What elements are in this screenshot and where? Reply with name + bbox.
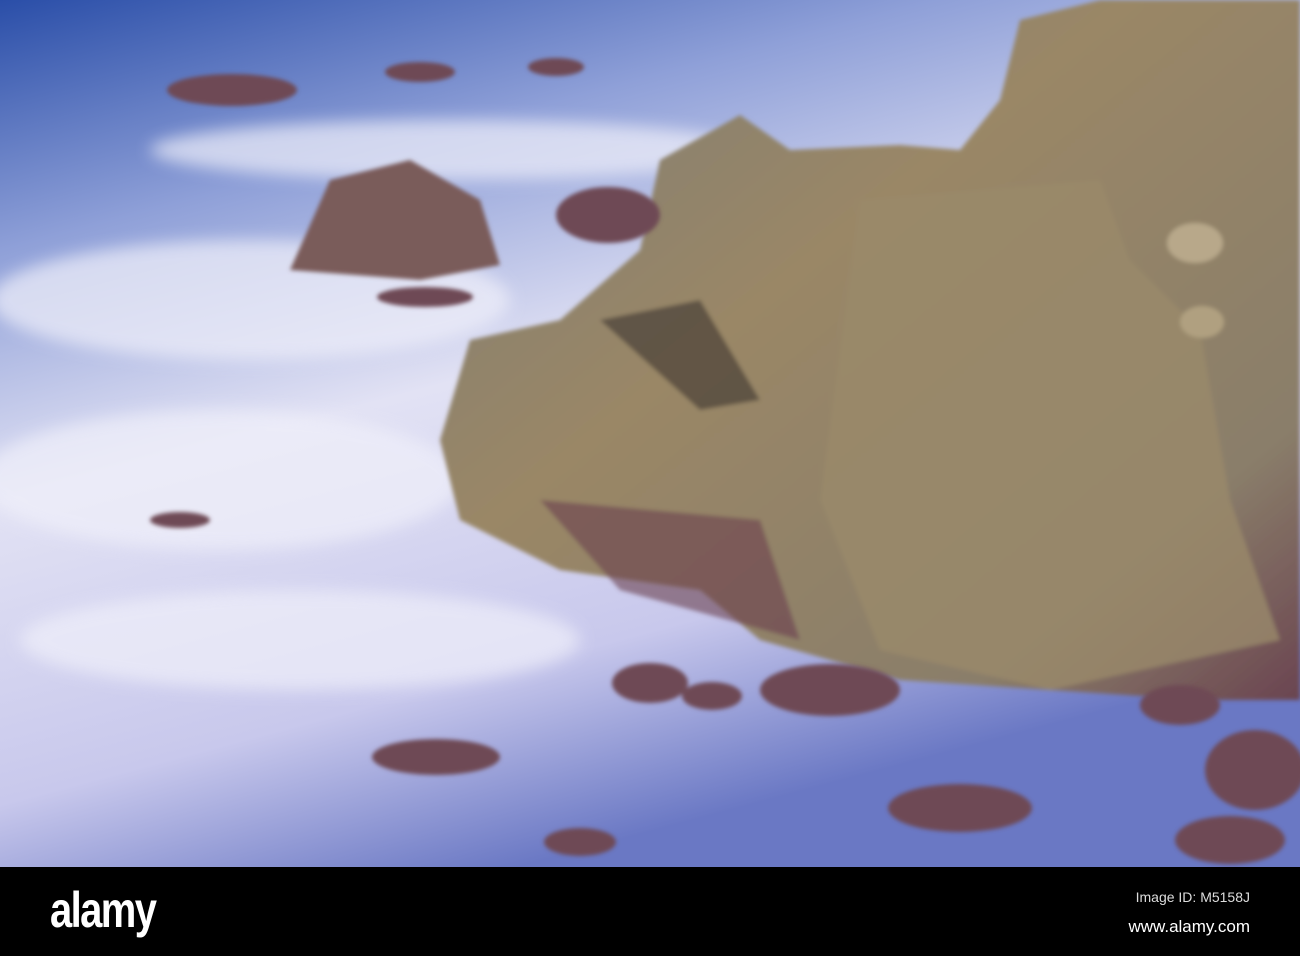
site-url: www.alamy.com: [1128, 917, 1250, 936]
coastal-rocks-photo: [0, 0, 1300, 867]
alamy-logo: alamy: [50, 882, 157, 938]
image-id-label: Image ID: M5158J: [1135, 889, 1250, 905]
watermark-bar: alamy Image ID: M5158J www.alamy.com: [0, 867, 1300, 956]
